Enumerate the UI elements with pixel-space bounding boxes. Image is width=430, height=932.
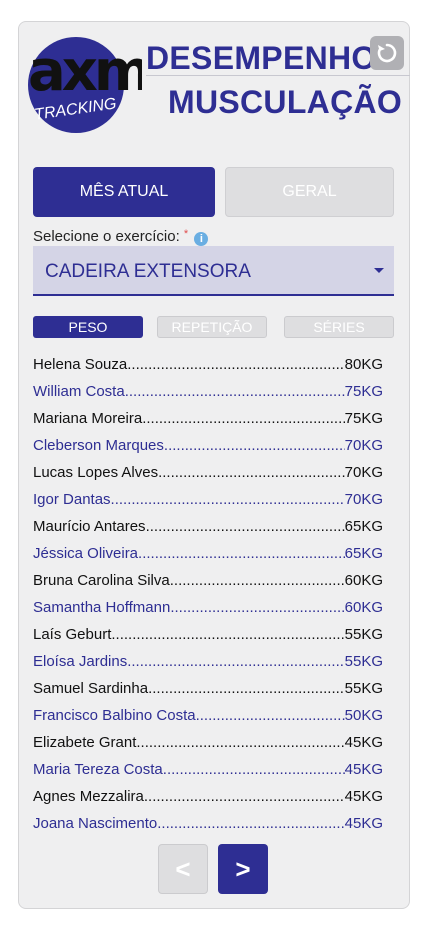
tab-repetitions[interactable]: REPETIÇÃO [157, 316, 267, 338]
athlete-name: William Costa [33, 383, 125, 400]
dot-leader [138, 543, 345, 570]
weight-value: 65KG [344, 545, 383, 562]
dot-leader [164, 435, 345, 462]
dot-leader [148, 678, 345, 705]
athlete-name: Joana Nascimento [33, 815, 158, 832]
next-page-button[interactable]: > [218, 844, 268, 894]
tab-sets[interactable]: SÉRIES [284, 316, 394, 338]
athlete-name: Elizabete Grant [33, 734, 137, 751]
info-icon[interactable]: i [194, 232, 209, 246]
athlete-name: Jéssica Oliveira [33, 545, 139, 562]
ranking-row: Maurício Antares 65KG [33, 516, 383, 543]
dot-leader [163, 759, 345, 786]
weight-value: 70KG [344, 491, 383, 508]
exercise-label-text: Selecione o exercício: [33, 228, 180, 245]
exercise-select[interactable]: CADEIRA EXTENSORA [33, 246, 394, 296]
title-divider [146, 75, 410, 76]
athlete-name: Igor Dantas [33, 491, 111, 508]
refresh-button[interactable] [370, 36, 404, 70]
ranking-row: Laís Geburt 55KG [33, 624, 383, 651]
dot-leader [144, 786, 345, 813]
ranking-row: Joana Nascimento 45KG [33, 813, 383, 840]
tab-weight[interactable]: PESO [33, 316, 143, 338]
ranking-row: Igor Dantas 70KG [33, 489, 383, 516]
athlete-name: Samantha Hoffmann [33, 599, 171, 616]
dot-leader [136, 732, 344, 759]
ranking-row: Agnes Mezzalira 45KG [33, 786, 383, 813]
weight-value: 70KG [344, 437, 383, 454]
weight-value: 45KG [344, 788, 383, 805]
ranking-row: Maria Tereza Costa 45KG [33, 759, 383, 786]
ranking-row: Jéssica Oliveira 65KG [33, 543, 383, 570]
dot-leader [170, 597, 344, 624]
athlete-name: Maurício Antares [33, 518, 146, 535]
ranking-row: Eloísa Jardins 55KG [33, 651, 383, 678]
weight-value: 45KG [344, 815, 383, 832]
dot-leader [157, 813, 344, 840]
page-title-line2: MUSCULAÇÃO [168, 84, 403, 120]
weight-value: 45KG [344, 761, 383, 778]
weight-value: 60KG [344, 572, 383, 589]
previous-page-button[interactable]: < [158, 844, 208, 894]
athlete-name: Samuel Sardinha [33, 680, 149, 697]
weight-value: 70KG [344, 464, 383, 481]
exercise-label: Selecione o exercício: * i [33, 228, 209, 246]
ranking-row: Cleberson Marques 70KG [33, 435, 383, 462]
exercise-select-value: CADEIRA EXTENSORA [45, 261, 251, 282]
overall-button[interactable]: GERAL [225, 167, 394, 217]
weight-value: 55KG [344, 680, 383, 697]
weight-value: 55KG [344, 626, 383, 643]
ranking-row: Bruna Carolina Silva 60KG [33, 570, 383, 597]
chevron-down-icon [374, 268, 384, 273]
ranking-row: Elizabete Grant 45KG [33, 732, 383, 759]
dot-leader [127, 354, 344, 381]
refresh-icon [377, 43, 397, 63]
weight-value: 80KG [344, 356, 383, 373]
dot-leader [158, 462, 345, 489]
ranking-row: Mariana Moreira 75KG [33, 408, 383, 435]
athlete-name: Mariana Moreira [33, 410, 143, 427]
svg-text:axm: axm [28, 39, 142, 104]
ranking-row: Helena Souza 80KG [33, 354, 383, 381]
ranking-row: Francisco Balbino Costa 50KG [33, 705, 383, 732]
dot-leader [142, 408, 344, 435]
dot-leader [127, 651, 344, 678]
athlete-name: Helena Souza [33, 356, 128, 373]
ranking-row: Lucas Lopes Alves 70KG [33, 462, 383, 489]
athlete-name: Maria Tereza Costa [33, 761, 163, 778]
weight-value: 75KG [344, 410, 383, 427]
weight-value: 45KG [344, 734, 383, 751]
ranking-row: Samuel Sardinha 55KG [33, 678, 383, 705]
dot-leader [170, 570, 345, 597]
dot-leader [146, 516, 345, 543]
weight-value: 50KG [344, 707, 383, 724]
weight-value: 60KG [344, 599, 383, 616]
dot-leader [111, 489, 345, 516]
athlete-name: Bruna Carolina Silva [33, 572, 170, 589]
axm-tracking-logo: axm TRACKING [28, 28, 142, 136]
athlete-name: Agnes Mezzalira [33, 788, 144, 805]
athlete-name: Cleberson Marques [33, 437, 164, 454]
required-mark: * [183, 228, 189, 240]
dot-leader [111, 624, 344, 651]
athlete-name: Eloísa Jardins [33, 653, 128, 670]
ranking-row: William Costa 75KG [33, 381, 383, 408]
weight-value: 55KG [344, 653, 383, 670]
dot-leader [196, 705, 345, 732]
athlete-name: Francisco Balbino Costa [33, 707, 196, 724]
weight-value: 65KG [344, 518, 383, 535]
athlete-name: Lucas Lopes Alves [33, 464, 159, 481]
ranking-list: Helena Souza80KGWilliam Costa75KGMariana… [33, 354, 383, 840]
current-month-button[interactable]: MÊS ATUAL [33, 167, 215, 217]
page-title-line1: DESEMPENHO [146, 40, 377, 76]
ranking-row: Samantha Hoffmann 60KG [33, 597, 383, 624]
dot-leader [125, 381, 345, 408]
athlete-name: Laís Geburt [33, 626, 112, 643]
weight-value: 75KG [344, 383, 383, 400]
